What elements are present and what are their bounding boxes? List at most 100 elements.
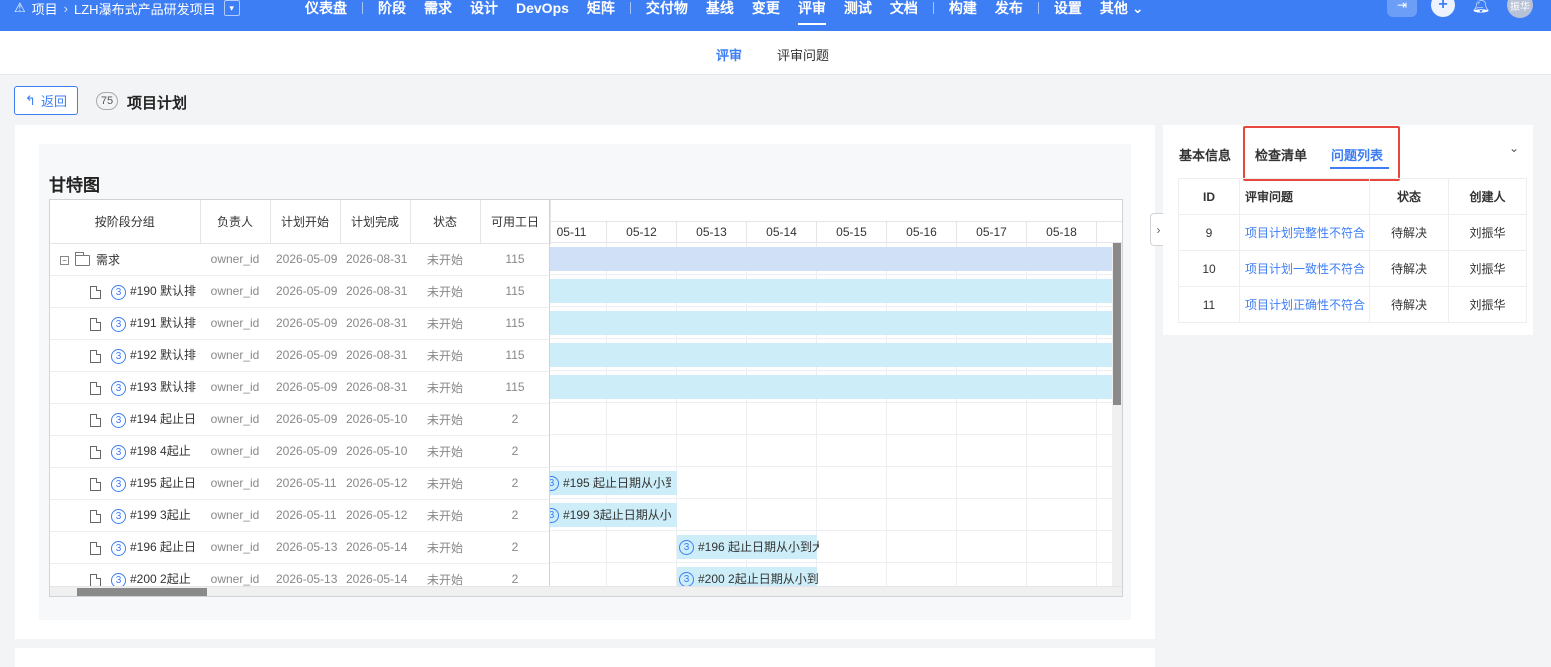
timeline-date: 05-12 xyxy=(607,222,677,243)
col-status[interactable]: 状态 xyxy=(410,200,481,244)
gantt-bar[interactable] xyxy=(550,311,1112,335)
tab-review[interactable]: 评审 xyxy=(716,45,742,64)
scroll-thumb[interactable] xyxy=(77,588,207,596)
start-cell: 2026-05-09 xyxy=(270,371,340,404)
table-row[interactable]: 3 #192 默认排 owner_id 2026-05-09 2026-08-31 未开始… xyxy=(50,339,550,372)
vertical-scrollbar[interactable] xyxy=(1112,243,1122,588)
document-icon xyxy=(90,413,101,427)
nav-build[interactable]: 构建 xyxy=(940,0,986,18)
table-row[interactable]: 3 #199 3起止 owner_id 2026-05-11 2026-05-12 未开始… xyxy=(50,499,550,532)
nav-deliverable[interactable]: 交付物 xyxy=(637,0,697,18)
num-badge: 3 xyxy=(111,476,126,492)
table-row[interactable]: 3 #196 起止日 owner_id 2026-05-13 2026-05-14 未开始… xyxy=(50,531,550,564)
back-button[interactable]: ↰ 返回 xyxy=(14,86,78,115)
nav-more[interactable]: 其他 ⌄ xyxy=(1091,0,1153,18)
timeline-rowline xyxy=(550,434,1122,435)
table-row[interactable]: 11 项目计划正确性不符合 待解决 刘振华 xyxy=(1178,286,1527,323)
nav-document[interactable]: 文档 xyxy=(881,0,927,18)
status-cell: 未开始 xyxy=(410,339,480,372)
nav-devops[interactable]: DevOps xyxy=(507,0,578,16)
nav-matrix[interactable]: 矩阵 xyxy=(578,0,624,18)
table-row[interactable]: 3 #190 默认排 owner_id 2026-05-09 2026-08-31 未开始… xyxy=(50,275,550,308)
task-name-cell[interactable]: 3 #196 起止日 xyxy=(50,531,200,564)
task-name-cell[interactable]: 3 #191 默认排 xyxy=(50,307,200,340)
status-cell: 未开始 xyxy=(410,371,480,404)
group-name-cell[interactable]: − 需求 xyxy=(50,243,200,276)
task-name: #193 默认排 xyxy=(130,380,197,395)
nav-requirement[interactable]: 需求 xyxy=(415,0,461,18)
tab-review-issues[interactable]: 评审问题 xyxy=(777,45,829,64)
task-name: #199 3起止 xyxy=(130,508,191,523)
table-row[interactable]: 9 项目计划完整性不符合 待解决 刘振华 xyxy=(1178,214,1527,251)
bottom-card xyxy=(15,648,1155,667)
gantt-bar[interactable] xyxy=(550,247,1112,271)
col-start[interactable]: 计划开始 xyxy=(270,200,341,244)
horizontal-scrollbar[interactable] xyxy=(50,586,1122,596)
table-row[interactable]: 10 项目计划一致性不符合 待解决 刘振华 xyxy=(1178,250,1527,287)
issue-link[interactable]: 项目计划正确性不符合 xyxy=(1239,286,1370,323)
table-row[interactable]: 3 #198 4起止 owner_id 2026-05-09 2026-05-10 未开始… xyxy=(50,435,550,468)
gantt-bar[interactable] xyxy=(550,279,1112,303)
table-row[interactable]: 3 #195 起止日 owner_id 2026-05-11 2026-05-12 未开始… xyxy=(50,467,550,500)
chevron-down-icon[interactable]: ⌄ xyxy=(1509,141,1519,155)
document-icon xyxy=(90,349,101,363)
num-badge: 3 xyxy=(111,284,126,300)
table-row[interactable]: 3 #191 默认排 owner_id 2026-05-09 2026-08-31 未开始… xyxy=(50,307,550,340)
table-row[interactable]: 3 #193 默认排 owner_id 2026-05-09 2026-08-31 未开始… xyxy=(50,371,550,404)
timeline-rowline xyxy=(550,370,1122,371)
timeline-date: 05-13 xyxy=(677,222,747,243)
nav-dashboard[interactable]: 仪表盘 xyxy=(296,0,356,18)
owner-cell: owner_id xyxy=(200,275,270,308)
table-row[interactable]: 3 #194 起止日 owner_id 2026-05-09 2026-05-10 未开始… xyxy=(50,403,550,436)
exit-icon[interactable]: ⇥ xyxy=(1387,0,1417,17)
breadcrumb-project-name[interactable]: LZH瀑布式产品研发项目 xyxy=(74,0,216,18)
task-name-cell[interactable]: 3 #193 默认排 xyxy=(50,371,200,404)
group-row[interactable]: − 需求 owner_id 2026-05-09 2026-08-31 未开始 115 xyxy=(50,243,550,276)
task-name-cell[interactable]: 3 #195 起止日 xyxy=(50,467,200,500)
scroll-thumb[interactable] xyxy=(1113,243,1121,405)
task-name: #196 起止日 xyxy=(130,540,197,555)
start-cell: 2026-05-11 xyxy=(270,467,340,500)
issue-link[interactable]: 项目计划完整性不符合 xyxy=(1239,214,1370,251)
num-badge: 3 xyxy=(679,540,694,556)
nav-baseline[interactable]: 基线 xyxy=(697,0,743,18)
nav-release[interactable]: 发布 xyxy=(986,0,1032,18)
task-name-cell[interactable]: 3 #198 4起止 xyxy=(50,435,200,468)
chevron-down-icon[interactable]: ▾ xyxy=(223,0,240,16)
owner-cell: owner_id xyxy=(200,435,270,468)
owner-cell: owner_id xyxy=(200,371,270,404)
document-icon xyxy=(90,477,101,491)
issue-link[interactable]: 项目计划一致性不符合 xyxy=(1239,250,1370,287)
nav-review[interactable]: 评审 xyxy=(789,0,835,25)
nav-change[interactable]: 变更 xyxy=(743,0,789,18)
breadcrumb-project[interactable]: 项目 xyxy=(32,0,58,18)
tab-basic-info[interactable]: 基本信息 xyxy=(1179,145,1231,164)
task-name-cell[interactable]: 3 #199 3起止 xyxy=(50,499,200,532)
gantt-bar[interactable] xyxy=(550,375,1112,399)
avatar[interactable]: 振华 xyxy=(1507,0,1533,18)
num-badge: 3 xyxy=(111,508,126,524)
col-group[interactable]: 按阶段分组 xyxy=(50,200,201,244)
collapse-icon[interactable]: − xyxy=(60,255,69,265)
issue-table: ID 评审问题 状态 创建人 9 项目计划完整性不符合 待解决 刘振华 10 项… xyxy=(1178,178,1527,323)
main-nav: 仪表盘 阶段 需求 设计 DevOps 矩阵 交付物 基线 变更 评审 测试 文… xyxy=(296,0,1153,25)
timeline-rowline xyxy=(550,530,1122,531)
nav-stage[interactable]: 阶段 xyxy=(369,0,415,18)
gantt-bar[interactable] xyxy=(550,343,1112,367)
task-name-cell[interactable]: 3 #192 默认排 xyxy=(50,339,200,372)
task-name-cell[interactable]: 3 #194 起止日 xyxy=(50,403,200,436)
nav-divider xyxy=(362,2,363,14)
nav-test[interactable]: 测试 xyxy=(835,0,881,18)
timeline-date: 05-15 xyxy=(817,222,887,243)
col-workdays[interactable]: 可用工日 xyxy=(480,200,551,244)
col-owner[interactable]: 负责人 xyxy=(200,200,271,244)
plus-icon[interactable]: + xyxy=(1431,0,1455,17)
bell-icon[interactable]: 🔔︎ xyxy=(1469,0,1493,17)
col-end[interactable]: 计划完成 xyxy=(340,200,411,244)
end-cell: 2026-05-10 xyxy=(340,435,410,468)
nav-design[interactable]: 设计 xyxy=(461,0,507,18)
gantt-bar-label: 3 #196 起止日期从小到大 xyxy=(679,535,819,559)
timeline-rowline xyxy=(550,498,1122,499)
nav-settings[interactable]: 设置 xyxy=(1045,0,1091,18)
task-name-cell[interactable]: 3 #190 默认排 xyxy=(50,275,200,308)
